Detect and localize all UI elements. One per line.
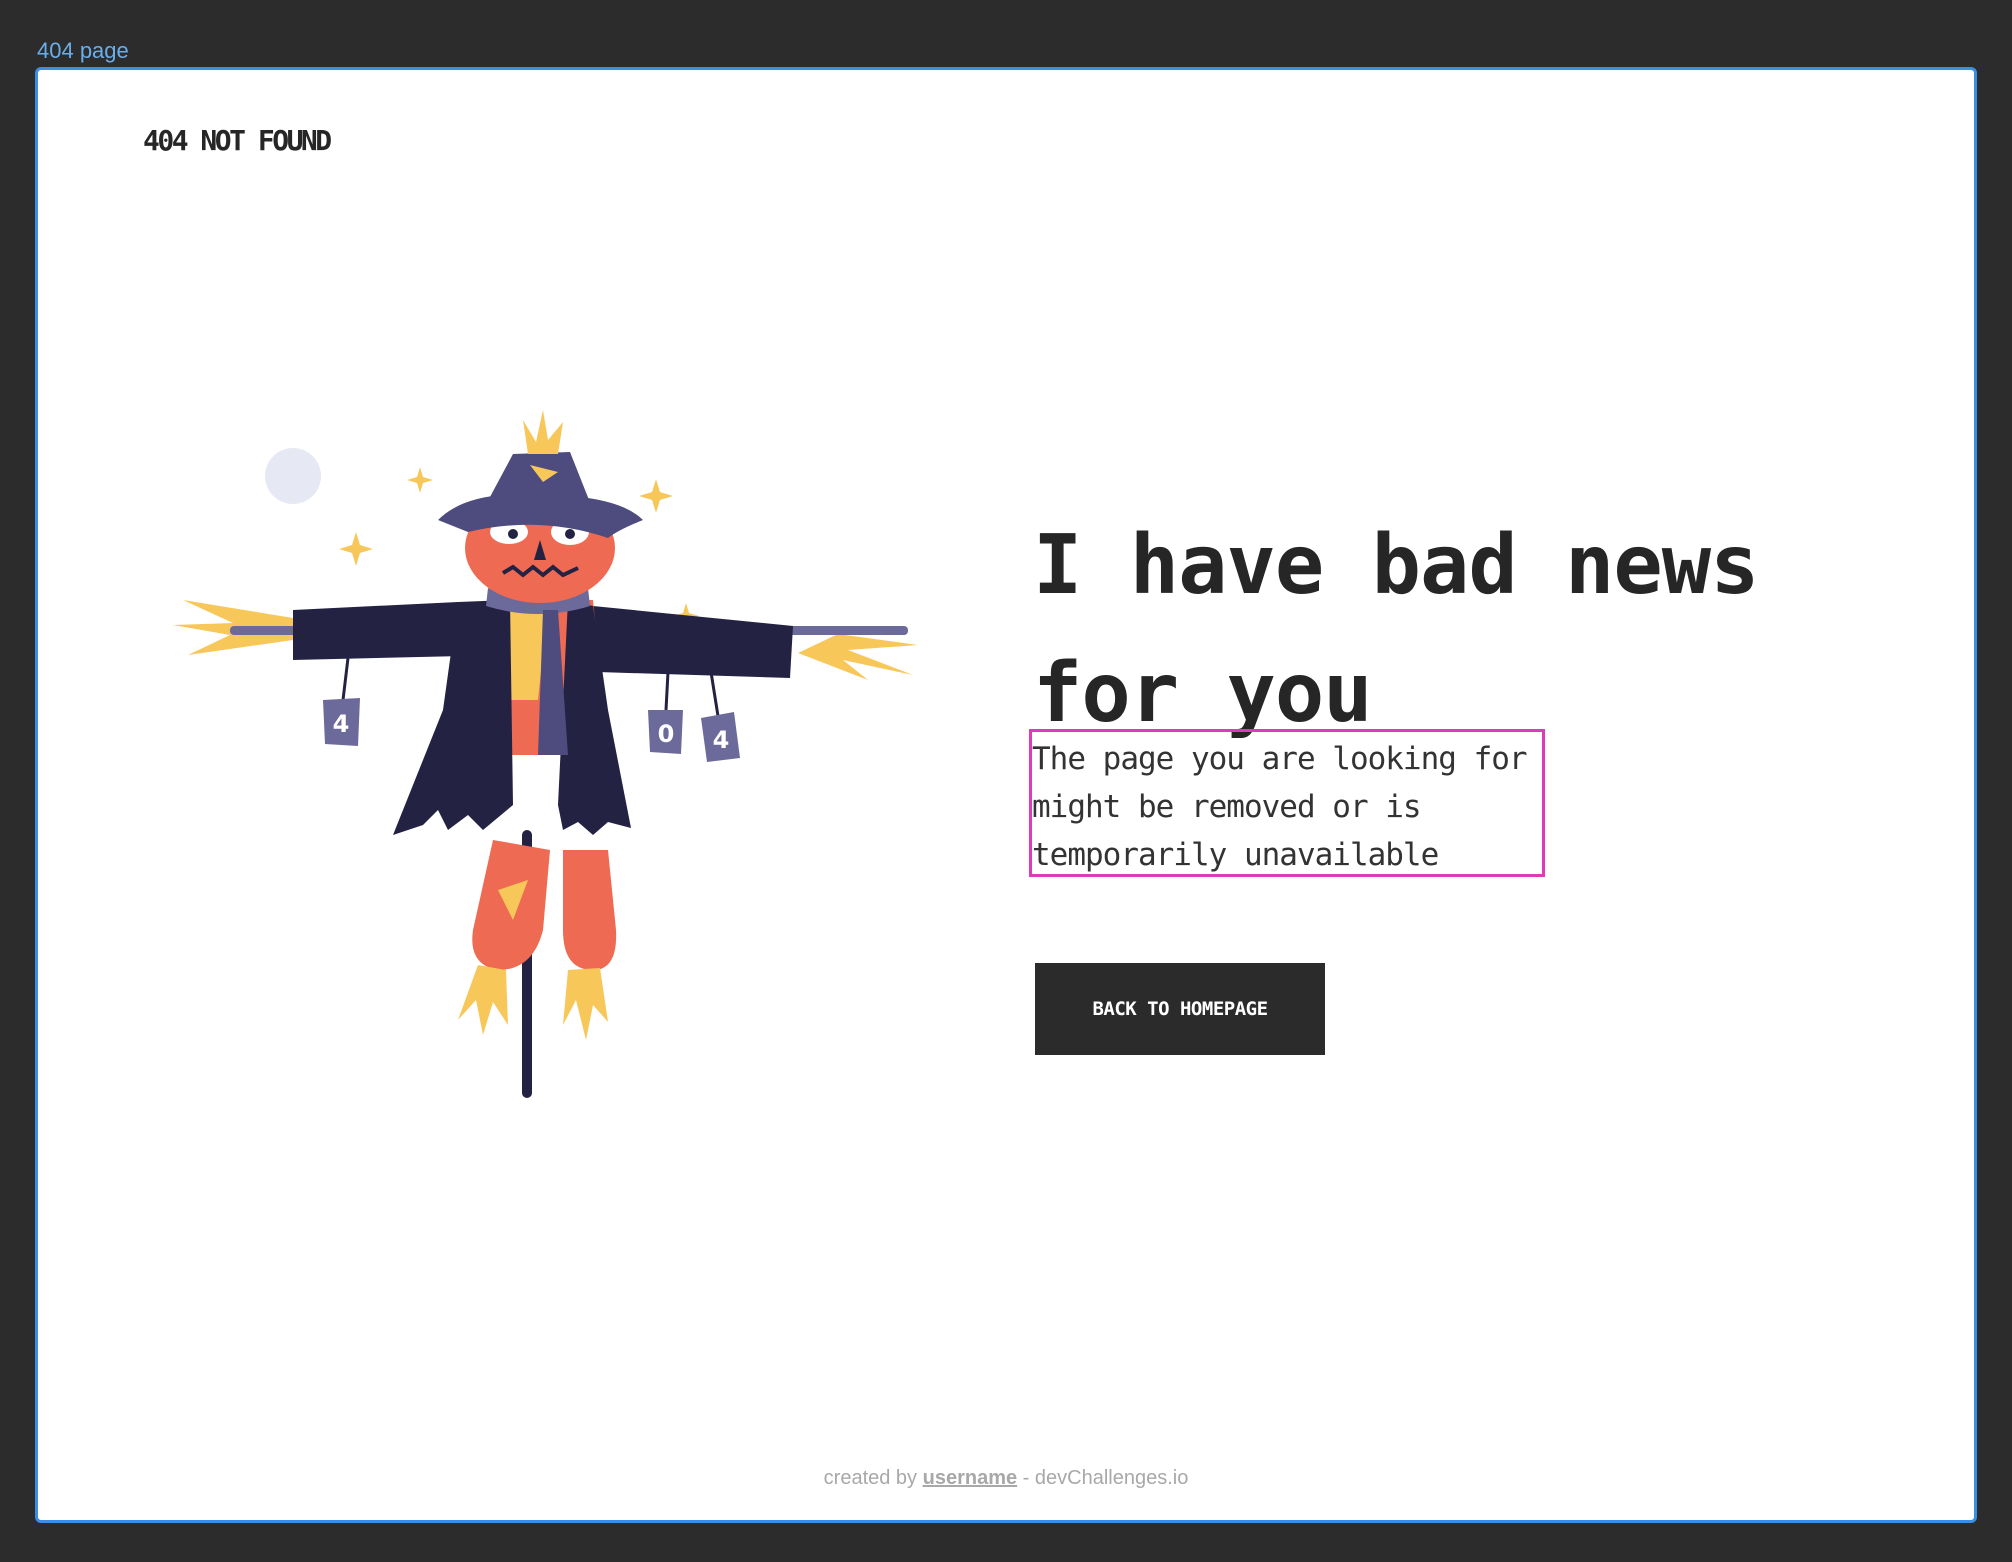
can-label-4-left: 4 [333, 710, 350, 738]
username-link[interactable]: username [923, 1467, 1018, 1489]
artboard-frame: 404 NOT FOUND 4 0 4 I have bad news for … [35, 67, 1977, 1523]
hat-straw [523, 410, 563, 454]
frame-label[interactable]: 404 page [37, 38, 129, 64]
sparkle-icon [639, 479, 673, 513]
sparkle-icon [339, 532, 373, 566]
sparkle-icon [407, 467, 433, 493]
can-label-4-right: 4 [713, 726, 730, 754]
scarecrow-illustration: 4 0 4 [173, 410, 918, 1098]
footer-credit: created by username - devChallenges.io [38, 1467, 1974, 1490]
brand-logo[interactable]: 404 NOT FOUND [143, 124, 332, 157]
right-straw-hand [798, 634, 918, 680]
headline: I have bad news for you [1033, 518, 1760, 741]
can-label-0: 0 [658, 720, 675, 748]
hat-top [483, 452, 593, 510]
left-sleeve [293, 602, 463, 660]
right-sleeve [593, 606, 793, 678]
footer-suffix: - devChallenges.io [1022, 1467, 1189, 1489]
right-leg [563, 850, 617, 970]
back-to-homepage-button[interactable]: BACK TO HOMEPAGE [1035, 963, 1325, 1055]
footer-prefix: created by [823, 1467, 918, 1489]
moon-icon [265, 448, 321, 504]
error-message[interactable]: The page you are looking for might be re… [1032, 735, 1542, 879]
left-foot-straw [458, 965, 508, 1035]
right-foot-straw [563, 968, 608, 1040]
